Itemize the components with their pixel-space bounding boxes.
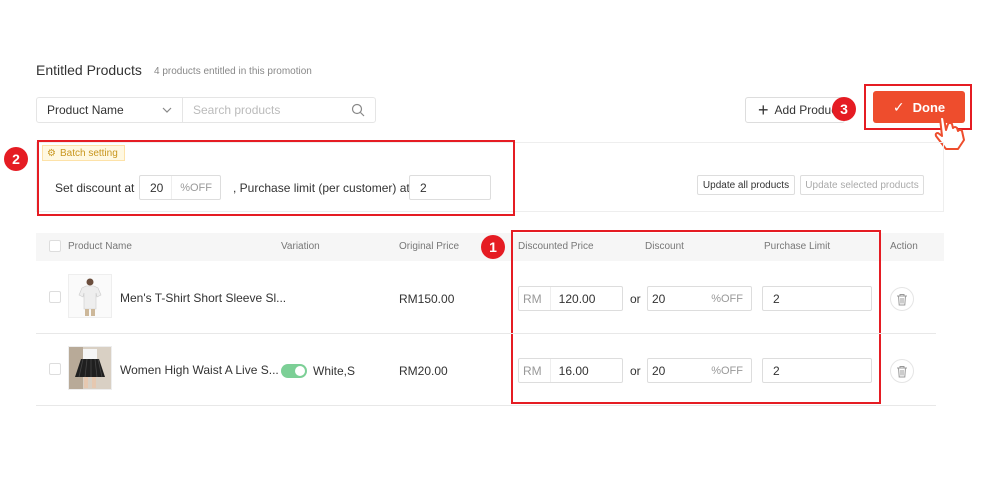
check-icon: ✓ xyxy=(892,98,905,115)
discount-value: 20 xyxy=(652,291,666,306)
discount-suffix: %OFF xyxy=(711,292,743,305)
original-price: RM20.00 xyxy=(399,364,448,378)
discount-value: 20 xyxy=(652,363,666,378)
col-action: Action xyxy=(890,241,918,252)
update-all-button[interactable]: Update all products xyxy=(697,175,795,195)
row-divider xyxy=(36,333,936,334)
done-label: Done xyxy=(912,99,946,115)
update-selected-button[interactable]: Update selected products xyxy=(800,175,924,195)
product-thumbnail xyxy=(68,274,112,318)
batch-discount-suffix: %OFF xyxy=(171,176,220,199)
col-variation: Variation xyxy=(281,241,320,252)
delete-button[interactable] xyxy=(890,287,914,311)
page-subtitle: 4 products entitled in this promotion xyxy=(154,66,312,77)
page-title: Entitled Products xyxy=(36,62,142,78)
discounted-price-value: 16.00 xyxy=(558,363,589,378)
variation-value: White,S xyxy=(313,364,356,378)
batch-limit-label: , Purchase limit (per customer) at xyxy=(233,181,410,195)
search-input[interactable]: Search products xyxy=(183,98,375,122)
or-label: or xyxy=(630,364,641,378)
select-all-checkbox[interactable] xyxy=(49,240,61,252)
discount-suffix: %OFF xyxy=(711,364,743,377)
filter-bar: Product Name Search products xyxy=(36,97,376,123)
batch-limit-value: 2 xyxy=(420,180,427,195)
purchase-limit-input[interactable]: 2 xyxy=(762,286,872,311)
discounted-price-input[interactable]: RM 16.00 xyxy=(518,358,623,383)
col-original-price: Original Price xyxy=(399,241,460,252)
row-checkbox[interactable] xyxy=(49,363,61,375)
batch-discount-label: Set discount at xyxy=(55,181,135,195)
chevron-down-icon xyxy=(162,107,172,113)
original-price: RM150.00 xyxy=(399,292,455,306)
discounted-price-input[interactable]: RM 120.00 xyxy=(518,286,623,311)
discount-input[interactable]: 20 %OFF xyxy=(647,286,752,311)
discount-input[interactable]: 20 %OFF xyxy=(647,358,752,383)
row-divider xyxy=(36,405,936,406)
purchase-limit-value: 2 xyxy=(773,291,780,306)
delete-button[interactable] xyxy=(890,359,914,383)
step-badge-3: 3 xyxy=(832,97,856,121)
or-label: or xyxy=(630,292,641,306)
purchase-limit-input[interactable]: 2 xyxy=(762,358,872,383)
col-product-name: Product Name xyxy=(68,241,132,252)
trash-icon xyxy=(897,293,907,305)
step-badge-1: 1 xyxy=(481,235,505,259)
product-name: Women High Waist A Live S... xyxy=(120,363,279,377)
add-products-button[interactable]: + Add Products xyxy=(745,97,845,123)
filter-field-select[interactable]: Product Name xyxy=(37,98,183,122)
step-badge-2: 2 xyxy=(4,147,28,171)
tshirt-image-icon xyxy=(69,275,111,317)
row-checkbox[interactable] xyxy=(49,291,61,303)
batch-limit-input[interactable]: 2 xyxy=(409,175,491,200)
product-name: Men's T-Shirt Short Sleeve Sl... xyxy=(120,291,287,305)
discounted-price-value: 120.00 xyxy=(558,291,596,306)
product-thumbnail xyxy=(68,346,112,390)
search-icon[interactable] xyxy=(351,103,365,117)
batch-discount-value: 20 xyxy=(150,180,164,195)
filter-select-value: Product Name xyxy=(47,103,124,117)
skirt-image-icon xyxy=(69,347,111,389)
search-placeholder: Search products xyxy=(193,103,281,117)
purchase-limit-value: 2 xyxy=(773,363,780,378)
gear-icon: ⚙ xyxy=(47,147,56,159)
batch-setting-tag: ⚙ Batch setting xyxy=(42,145,125,161)
trash-icon xyxy=(897,365,907,377)
batch-discount-input[interactable]: 20 %OFF xyxy=(139,175,221,200)
batch-tag-label: Batch setting xyxy=(59,147,118,159)
currency-prefix: RM xyxy=(519,359,551,382)
variation-toggle[interactable] xyxy=(281,364,307,378)
plus-icon: + xyxy=(758,100,769,120)
currency-prefix: RM xyxy=(519,287,551,310)
